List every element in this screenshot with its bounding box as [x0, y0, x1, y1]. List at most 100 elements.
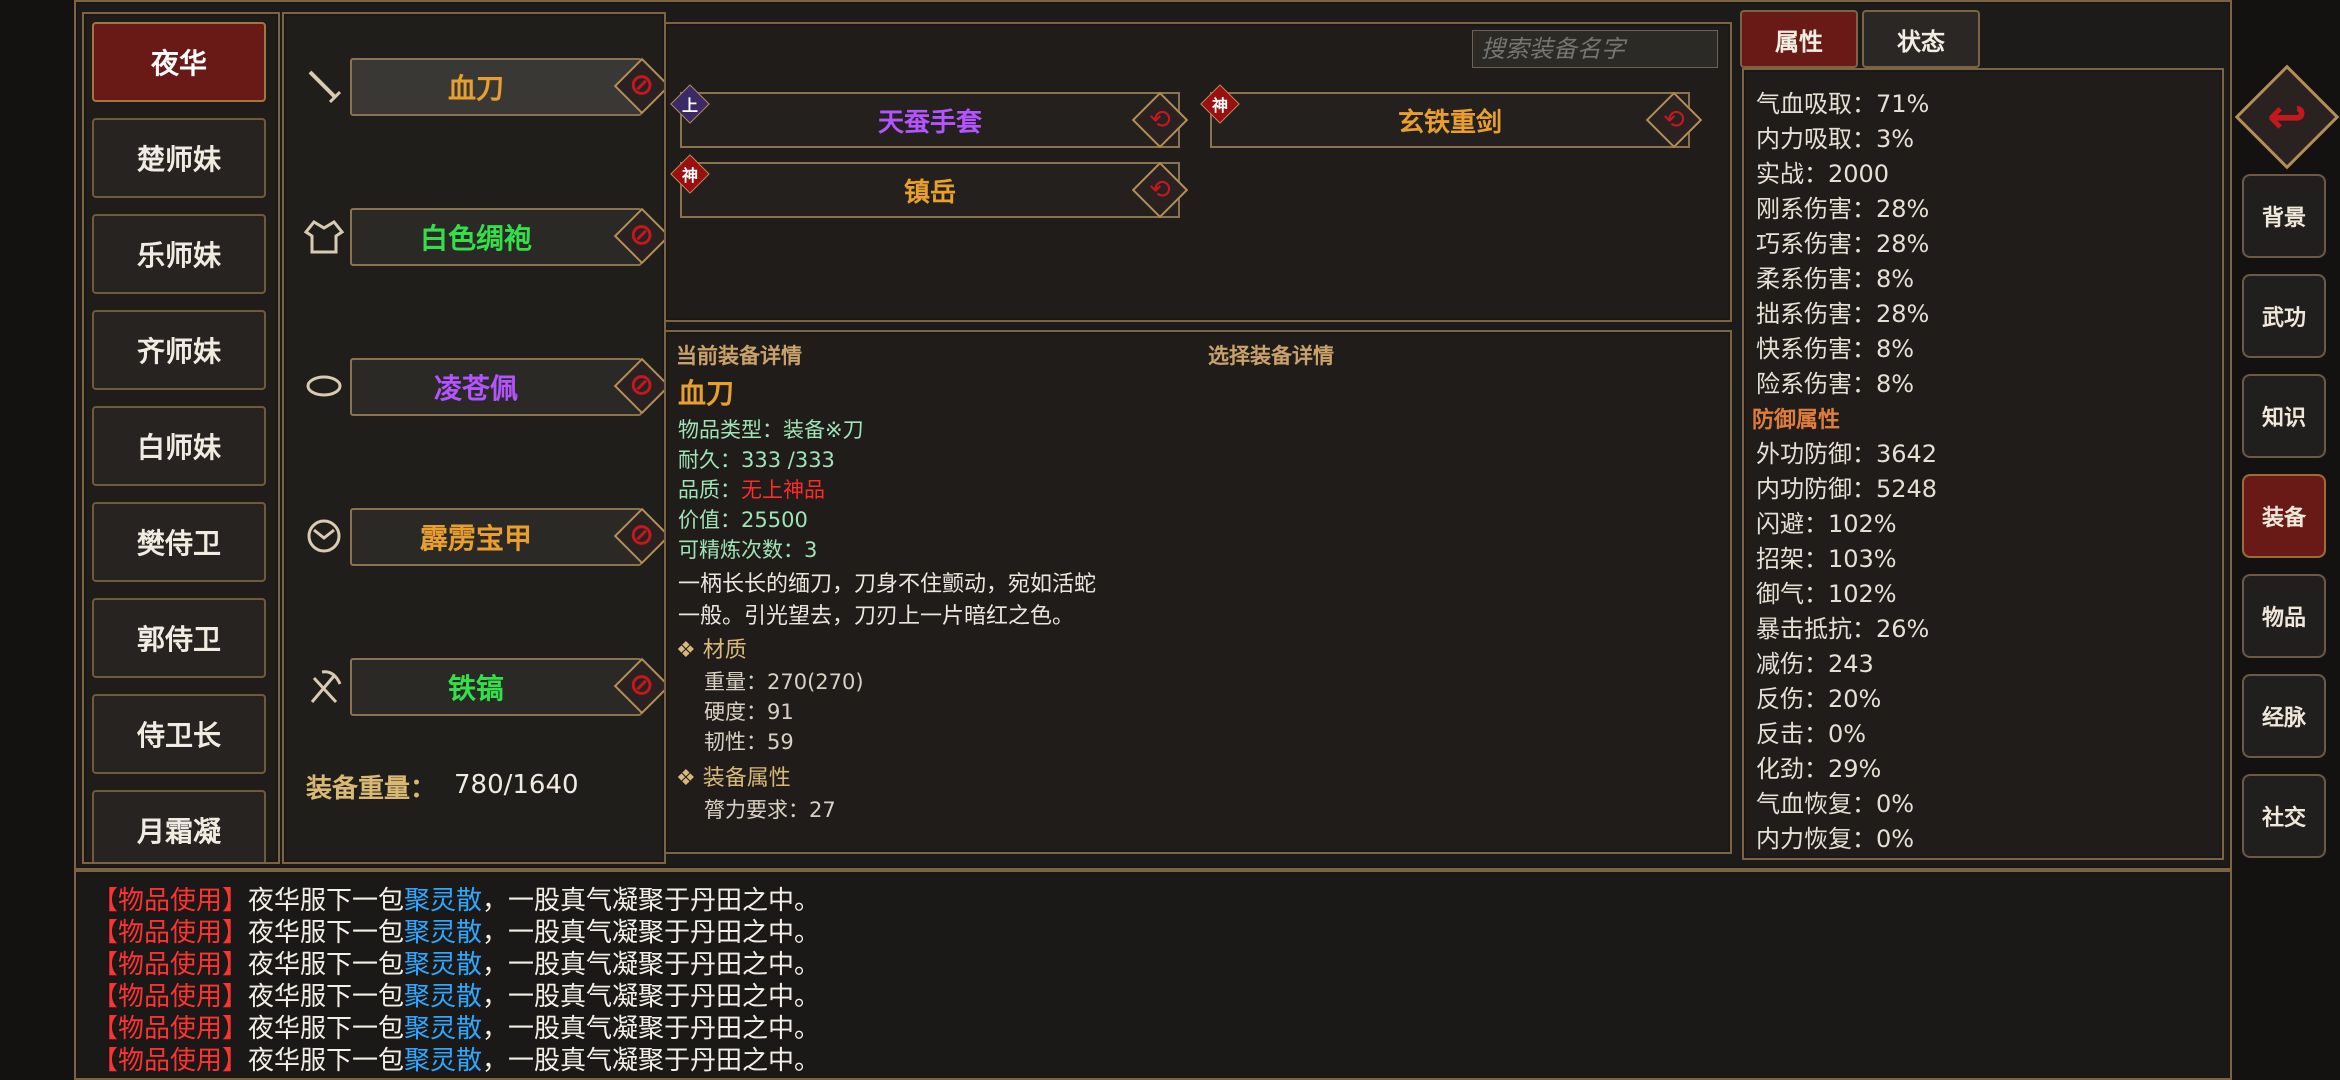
- log-line: 【物品使用】夜华服下一包聚灵散，一股真气凝聚于丹田之中。: [92, 1046, 821, 1076]
- stat-line: 内力吸取：3%: [1756, 125, 1915, 153]
- stat-line: 实战：2000: [1756, 160, 1890, 188]
- stat-line: 减伤：243: [1756, 650, 1874, 678]
- list-item-1[interactable]: 玄铁重剑: [1210, 92, 1690, 148]
- ban-icon: ⊘: [629, 67, 655, 103]
- nav-knowledge[interactable]: 知识: [2242, 374, 2326, 458]
- stat-line: 闪避：102%: [1756, 510, 1897, 538]
- slot-armor[interactable]: 白色绸袍 ⊘: [350, 207, 671, 266]
- slot-armor-name: 白色绸袍: [419, 222, 532, 255]
- equipment-list-panel: 天蚕手套 上 ⟲ 玄铁重剑 神 ⟲ 镇岳 神 ⟲: [664, 22, 1732, 322]
- ban-icon: ⊘: [629, 667, 655, 703]
- roster-item-5[interactable]: 樊侍卫: [92, 502, 266, 582]
- sword-icon: [302, 64, 346, 108]
- roster-item-3[interactable]: 齐师妹: [92, 310, 266, 390]
- unequip-tool-button[interactable]: ⊘: [613, 657, 671, 715]
- stat-line: 化劲：29%: [1756, 755, 1882, 783]
- stat-line: 拙系伤害：28%: [1756, 300, 1930, 328]
- list-item-name: 天蚕手套: [877, 107, 982, 138]
- unequip-body-armor-button[interactable]: ⊘: [613, 507, 671, 565]
- back-button[interactable]: ↩: [2234, 64, 2340, 170]
- select-detail-header: 选择装备详情: [1208, 344, 1334, 368]
- ring-icon: [302, 364, 346, 408]
- current-detail-header: 当前装备详情: [676, 344, 802, 368]
- equipment-slots-panel: 血刀 ⊘ 白色绸袍 ⊘ 凌苍佩 ⊘ 霹雳宝甲 ⊘ 铁镐 ⊘ 装备重量： 780/…: [282, 12, 671, 864]
- nav-martial-arts[interactable]: 武功: [2242, 274, 2326, 358]
- roster-item-2[interactable]: 乐师妹: [92, 214, 266, 294]
- nav-social[interactable]: 社交: [2242, 774, 2326, 858]
- slot-accessory[interactable]: 凌苍佩 ⊘: [350, 357, 671, 416]
- stat-line: 暴击抵抗：26%: [1756, 615, 1930, 643]
- roster-item-4[interactable]: 白师妹: [92, 406, 266, 486]
- list-item-name: 镇岳: [903, 177, 956, 208]
- item-description-2: 一般。引光望去，刀刃上一片暗红之色。: [678, 604, 1075, 629]
- roster-item-6[interactable]: 郭侍卫: [92, 598, 266, 678]
- character-roster[interactable]: 夜华 楚师妹 乐师妹 齐师妹 白师妹 樊侍卫 郭侍卫 侍卫长 月霜凝: [82, 12, 280, 864]
- unequip-accessory-button[interactable]: ⊘: [613, 357, 671, 415]
- tab-attributes[interactable]: 属性: [1740, 10, 1858, 68]
- stat-line: 快系伤害：8%: [1756, 335, 1915, 363]
- message-log[interactable]: 【物品使用】夜华服下一包聚灵散，一股真气凝聚于丹田之中。 【物品使用】夜华服下一…: [74, 870, 2232, 1080]
- stat-line: 外功防御：3642: [1756, 440, 1938, 468]
- equip-weight-label: 装备重量：: [306, 774, 437, 804]
- item-hardness: 硬度：91: [704, 700, 794, 724]
- roster-item-1[interactable]: 楚师妹: [92, 118, 266, 198]
- search-input[interactable]: [1472, 30, 1718, 68]
- item-description-1: 一柄长长的缅刀，刀身不住颤动，宛如活蛇: [678, 572, 1097, 597]
- item-quality: 品质：无上神品: [678, 478, 825, 502]
- item-durability: 耐久：333 /333: [678, 448, 835, 472]
- equipment-detail-panel: 当前装备详情 选择装备详情 血刀 物品类型：装备※刀 耐久：333 /333 品…: [664, 330, 1732, 854]
- item-toughness: 韧性：59: [704, 730, 794, 754]
- slot-weapon[interactable]: 血刀 ⊘: [350, 57, 671, 116]
- material-header: ❖ 材质: [676, 638, 747, 663]
- roster-item-8[interactable]: 月霜凝: [92, 790, 266, 862]
- nav-equipment[interactable]: 装备: [2242, 474, 2326, 558]
- roster-item-0[interactable]: 夜华: [92, 22, 266, 102]
- stats-panel[interactable]: 气血吸取：71% 内力吸取：3% 实战：2000 刚系伤害：28% 巧系伤害：2…: [1742, 68, 2224, 860]
- swap-icon: ⟲: [1149, 104, 1171, 135]
- item-type: 物品类型：装备※刀: [678, 418, 864, 442]
- stat-line: 气血恢复：0%: [1756, 790, 1915, 818]
- unequip-weapon-button[interactable]: ⊘: [613, 57, 671, 115]
- slot-tool-name: 铁镐: [447, 672, 504, 705]
- unequip-armor-button[interactable]: ⊘: [613, 207, 671, 265]
- roster-item-7[interactable]: 侍卫长: [92, 694, 266, 774]
- stat-line: 巧系伤害：28%: [1756, 230, 1930, 258]
- equip-weight-value: 780/1640: [454, 770, 579, 800]
- pickaxe-icon: [302, 664, 346, 708]
- stat-line: 刚系伤害：28%: [1756, 195, 1930, 223]
- tab-status[interactable]: 状态: [1862, 10, 1980, 68]
- stat-line: 内功防御：5248: [1756, 475, 1938, 503]
- stat-line: 御气：102%: [1756, 580, 1897, 608]
- stat-line: 柔系伤害：8%: [1756, 265, 1915, 293]
- stat-line: 反伤：20%: [1756, 685, 1882, 713]
- faded-corner: [2236, 12, 2330, 58]
- strength-req: 膂力要求：27: [704, 798, 836, 822]
- swap-icon: ⟲: [1149, 174, 1171, 205]
- ban-icon: ⊘: [629, 367, 655, 403]
- slot-body-armor[interactable]: 霹雳宝甲 ⊘: [350, 507, 671, 566]
- item-value: 价值：25500: [678, 508, 808, 532]
- stat-line: 招架：103%: [1756, 545, 1897, 573]
- armor-icon: [302, 514, 346, 558]
- back-arrow-icon: ↩: [2266, 89, 2308, 145]
- list-item-2[interactable]: 镇岳: [680, 162, 1180, 218]
- stat-line: 内力恢复：0%: [1756, 825, 1915, 853]
- stat-line: 气血吸取：71%: [1756, 90, 1930, 118]
- nav-items[interactable]: 物品: [2242, 574, 2326, 658]
- nav-background[interactable]: 背景: [2242, 174, 2326, 258]
- stat-line: 反击：0%: [1756, 720, 1867, 748]
- list-item-0[interactable]: 天蚕手套: [680, 92, 1180, 148]
- item-weight: 重量：270(270): [704, 670, 864, 694]
- swap-icon: ⟲: [1663, 104, 1685, 135]
- robe-icon: [302, 214, 346, 258]
- item-refine: 可精炼次数：3: [678, 538, 818, 562]
- nav-meridians[interactable]: 经脉: [2242, 674, 2326, 758]
- item-name: 血刀: [678, 377, 735, 410]
- slot-tool[interactable]: 铁镐 ⊘: [350, 657, 671, 716]
- slot-body-armor-name: 霹雳宝甲: [419, 522, 532, 555]
- ban-icon: ⊘: [629, 217, 655, 253]
- slot-weapon-name: 血刀: [447, 72, 504, 105]
- ban-icon: ⊘: [629, 517, 655, 553]
- defense-header: 防御属性: [1752, 408, 1841, 433]
- attr-header: ❖ 装备属性: [676, 766, 791, 791]
